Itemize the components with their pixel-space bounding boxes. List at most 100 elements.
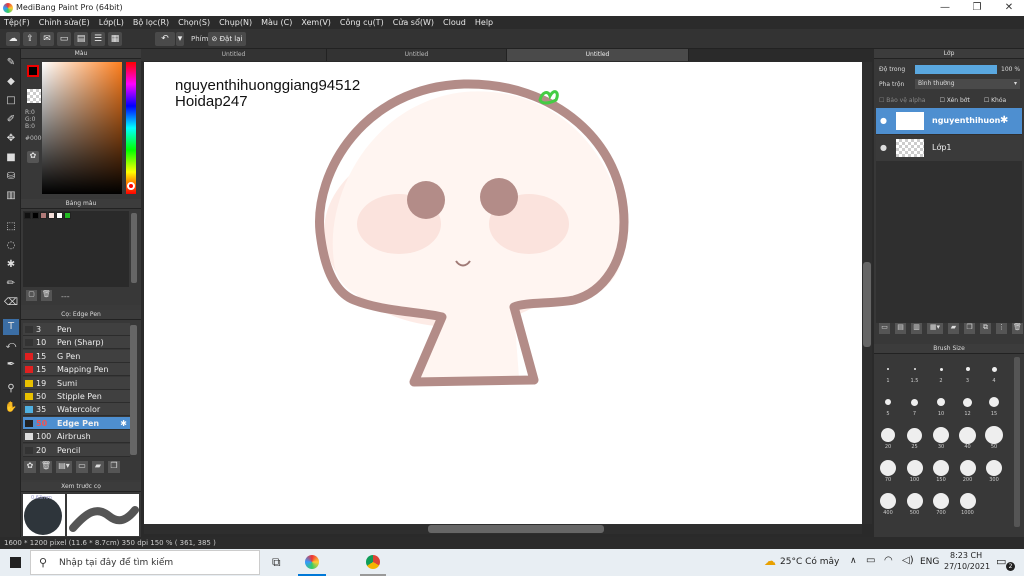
brush-size-dot[interactable] bbox=[933, 427, 949, 443]
brush-size-dot[interactable] bbox=[963, 397, 972, 407]
select-pen-tool-icon[interactable]: ✏ bbox=[3, 276, 19, 292]
tab-untitled-2[interactable]: Untitled bbox=[327, 49, 507, 61]
brush-size-dot[interactable] bbox=[906, 493, 923, 509]
blend-mode-select[interactable]: Bình thường ▾ bbox=[915, 79, 1020, 89]
brush-size-dot[interactable] bbox=[880, 493, 896, 509]
shape-tool-icon[interactable]: □ bbox=[3, 93, 19, 109]
menu-window[interactable]: Cửa sổ(W) bbox=[393, 18, 434, 27]
menu-color[interactable]: Màu (C) bbox=[261, 18, 292, 27]
move-tool-icon[interactable]: ✥ bbox=[3, 131, 19, 147]
palette-swatch[interactable] bbox=[40, 212, 47, 219]
saturation-value-picker[interactable] bbox=[42, 62, 122, 194]
brush-size-dot[interactable] bbox=[959, 426, 976, 444]
new-layer-icon[interactable]: ▭ bbox=[879, 323, 890, 334]
copy-brush-icon[interactable]: ❐ bbox=[108, 461, 120, 473]
brush-item[interactable]: 35 Watercolor bbox=[23, 403, 130, 417]
menu-filter[interactable]: Bộ lọc(R) bbox=[133, 18, 169, 27]
network-icon[interactable]: ▭ bbox=[866, 555, 875, 566]
brush-size-dot[interactable] bbox=[880, 460, 896, 476]
bucket-tool-icon[interactable]: ⛁ bbox=[3, 169, 19, 185]
brush-settings-gear-icon[interactable]: ✱ bbox=[120, 417, 127, 430]
brush-size-dot[interactable] bbox=[959, 493, 976, 509]
document-icon[interactable]: ▤ bbox=[74, 32, 88, 46]
brush-size-dot[interactable] bbox=[911, 398, 918, 406]
task-view-icon[interactable]: ⧉ bbox=[272, 555, 281, 570]
brush-list-scrollbar[interactable] bbox=[130, 325, 137, 455]
gradient-tool-icon[interactable]: ▥ bbox=[3, 188, 19, 204]
fill-rect-tool-icon[interactable]: ■ bbox=[3, 150, 19, 166]
vertical-scroll-thumb[interactable] bbox=[863, 262, 871, 347]
protect-alpha-checkbox[interactable]: ☐ Bảo vệ alpha bbox=[879, 97, 925, 104]
brush-size-dot[interactable] bbox=[937, 398, 945, 406]
new-8bit-layer-icon[interactable]: ▥ bbox=[911, 323, 922, 334]
page-icon[interactable]: ▭ bbox=[57, 32, 71, 46]
brush-size-dot[interactable] bbox=[885, 399, 891, 405]
clipping-checkbox[interactable]: ☐ Xén bớt bbox=[939, 97, 969, 104]
select-eraser-tool-icon[interactable]: ⌫ bbox=[3, 295, 19, 311]
select-rect-tool-icon[interactable]: ⬚ bbox=[3, 219, 19, 235]
palette-icon[interactable]: ✿ bbox=[27, 151, 39, 163]
dot-tool-icon[interactable]: ✐ bbox=[3, 112, 19, 128]
merge-layer-icon[interactable]: ⧉ bbox=[980, 323, 991, 334]
reset-button[interactable]: ⊘ Đặt lại bbox=[208, 32, 246, 46]
close-button[interactable]: ✕ bbox=[994, 0, 1024, 16]
brush-settings-icon[interactable]: ▭ bbox=[76, 461, 88, 473]
chrome-taskbar-icon[interactable] bbox=[366, 555, 380, 569]
notification-icon[interactable]: ▭ bbox=[996, 555, 1006, 568]
brush-item[interactable]: 100 Airbrush bbox=[23, 430, 130, 444]
brush-size-dot[interactable] bbox=[906, 460, 923, 476]
brush-tool-icon[interactable]: ✎ bbox=[3, 55, 19, 71]
folder-icon[interactable]: ▰ bbox=[92, 461, 104, 473]
weather-text[interactable]: 25°C Có mây bbox=[780, 557, 839, 567]
wifi-icon[interactable]: ◠ bbox=[884, 555, 893, 566]
palette-scrollbar[interactable] bbox=[131, 213, 137, 283]
brush-size-dot[interactable] bbox=[939, 367, 943, 371]
palette-swatch[interactable] bbox=[32, 212, 39, 219]
transparent-color-swatch[interactable] bbox=[27, 89, 41, 103]
brush-item[interactable]: 10 Pen (Sharp) bbox=[23, 336, 130, 350]
layer-menu-icon[interactable]: ⋮ bbox=[996, 323, 1007, 334]
operation-tool-icon[interactable]: ⤺ bbox=[3, 338, 19, 354]
foreground-color-swatch[interactable] bbox=[27, 65, 39, 77]
menu-cloud[interactable]: Cloud bbox=[443, 18, 466, 27]
delete-brush-icon[interactable]: 🗑 bbox=[40, 461, 52, 473]
menu-layer[interactable]: Lớp(L) bbox=[99, 18, 124, 27]
comment-icon[interactable]: ✉ bbox=[40, 32, 54, 46]
menu-tools[interactable]: Công cụ(T) bbox=[340, 18, 384, 27]
maximize-button[interactable]: ❐ bbox=[962, 0, 992, 16]
brush-size-dot[interactable] bbox=[986, 460, 1002, 476]
brush-size-scrollbar[interactable] bbox=[1014, 357, 1020, 527]
folder-icon[interactable]: ▰ bbox=[948, 323, 959, 334]
palette-swatch[interactable] bbox=[64, 212, 71, 219]
menu-view[interactable]: Xem(V) bbox=[301, 18, 331, 27]
brush-size-dot[interactable] bbox=[985, 426, 1003, 444]
drawing-canvas[interactable]: nguyenthihuonggiang94512 Hoidap247 bbox=[144, 62, 862, 524]
brush-item[interactable]: 15 Mapping Pen bbox=[23, 363, 130, 377]
clock-date[interactable]: 27/10/2021 bbox=[944, 562, 990, 571]
layer-settings-gear-icon[interactable]: ✱ bbox=[1000, 115, 1008, 126]
brush-size-dot[interactable] bbox=[887, 368, 889, 370]
magic-wand-tool-icon[interactable]: ✱ bbox=[3, 257, 19, 273]
export-icon[interactable]: ⇪ bbox=[23, 32, 37, 46]
visibility-icon[interactable]: ● bbox=[880, 143, 887, 152]
add-brush-icon[interactable]: ✿ bbox=[24, 461, 36, 473]
cloud-icon[interactable]: ☁ bbox=[6, 32, 20, 46]
brush-size-dot[interactable] bbox=[989, 397, 999, 407]
brush-item[interactable]: 19 Sumi bbox=[23, 376, 130, 390]
lasso-tool-icon[interactable]: ◌ bbox=[3, 238, 19, 254]
hue-handle[interactable] bbox=[127, 182, 135, 190]
language-indicator[interactable]: ENG bbox=[920, 557, 939, 567]
medibang-taskbar-icon[interactable] bbox=[305, 555, 319, 569]
lock-checkbox[interactable]: ☐ Khóa bbox=[984, 97, 1006, 104]
delete-layer-icon[interactable]: 🗑 bbox=[1012, 323, 1023, 334]
brush-size-dot[interactable] bbox=[959, 460, 976, 476]
menu-snap[interactable]: Chụp(N) bbox=[219, 18, 252, 27]
brush-item[interactable]: 3 Pen bbox=[23, 323, 130, 336]
minimize-button[interactable]: — bbox=[930, 0, 960, 16]
windows-start-icon[interactable] bbox=[10, 557, 21, 568]
chevron-up-icon[interactable]: ∧ bbox=[850, 556, 857, 566]
brush-size-dot[interactable] bbox=[881, 428, 895, 442]
tab-untitled-1[interactable]: Untitled bbox=[141, 49, 327, 61]
brush-add-dropdown-icon[interactable]: ▤▾ bbox=[56, 461, 72, 473]
layer-row[interactable]: ● Lớp1 bbox=[876, 135, 1022, 161]
